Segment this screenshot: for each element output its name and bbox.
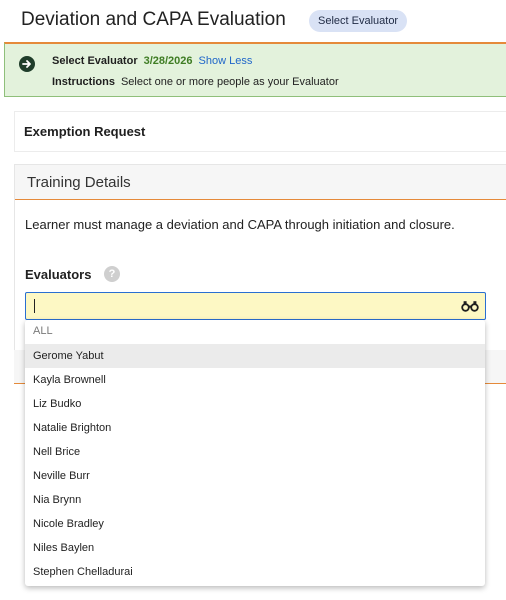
info-banner: Select Evaluator 3/28/2026 Show Less Instr… <box>4 42 506 97</box>
evaluators-dropdown: ALL Gerome Yabut Kayla Brownell Liz Budk… <box>25 320 485 586</box>
exemption-request-title: Exemption Request <box>24 124 146 139</box>
dropdown-item[interactable]: Natalie Brighton <box>25 416 485 440</box>
dropdown-item[interactable]: Neville Burr <box>25 464 485 488</box>
training-details-title: Training Details <box>27 174 131 191</box>
status-badge: Select Evaluator <box>309 10 408 32</box>
dropdown-item[interactable]: Liz Budko <box>25 392 485 416</box>
app-root: Deviation and CAPA Evaluation Select Eva… <box>0 0 506 600</box>
show-less-link[interactable]: Show Less <box>199 55 253 67</box>
evaluators-input[interactable] <box>26 293 446 319</box>
training-details-header: Training Details <box>15 165 506 200</box>
dropdown-item[interactable]: Niles Baylen <box>25 536 485 560</box>
training-description: Learner must manage a deviation and CAPA… <box>25 217 455 232</box>
dropdown-item[interactable]: Kayla Brownell <box>25 368 485 392</box>
instructions-text: Select one or more people as your Evalua… <box>120 76 339 88</box>
exemption-request-section[interactable]: Exemption Request <box>14 111 506 152</box>
evaluators-label: Evaluators <box>25 267 92 282</box>
evaluators-search-field[interactable] <box>25 292 486 320</box>
help-icon[interactable]: ? <box>104 266 120 282</box>
dropdown-item[interactable]: Stephen Chelladurai <box>25 560 485 584</box>
dropdown-item[interactable]: Nicole Bradley <box>25 512 485 536</box>
banner-step: Select Evaluator <box>52 55 138 67</box>
dropdown-item[interactable]: Nell Brice <box>25 440 485 464</box>
dropdown-item[interactable]: Gerome Yabut <box>25 344 485 368</box>
instructions-label: Instructions <box>52 76 115 88</box>
dropdown-group-header: ALL <box>33 325 53 337</box>
banner-date: 3/28/2026 <box>143 55 193 67</box>
dropdown-item[interactable]: Nia Brynn <box>25 488 485 512</box>
binoculars-icon[interactable] <box>461 299 479 313</box>
banner-instructions-line: Instructions Select one or more people as… <box>52 76 339 88</box>
page-header: Deviation and CAPA Evaluation Select Eva… <box>0 0 506 42</box>
page-title: Deviation and CAPA Evaluation <box>21 9 286 30</box>
dropdown-list: Gerome Yabut Kayla Brownell Liz Budko Na… <box>25 344 485 584</box>
arrow-right-circle-icon <box>19 56 35 72</box>
banner-step-line: Select Evaluator 3/28/2026 Show Less <box>52 55 252 67</box>
text-cursor <box>34 299 35 313</box>
